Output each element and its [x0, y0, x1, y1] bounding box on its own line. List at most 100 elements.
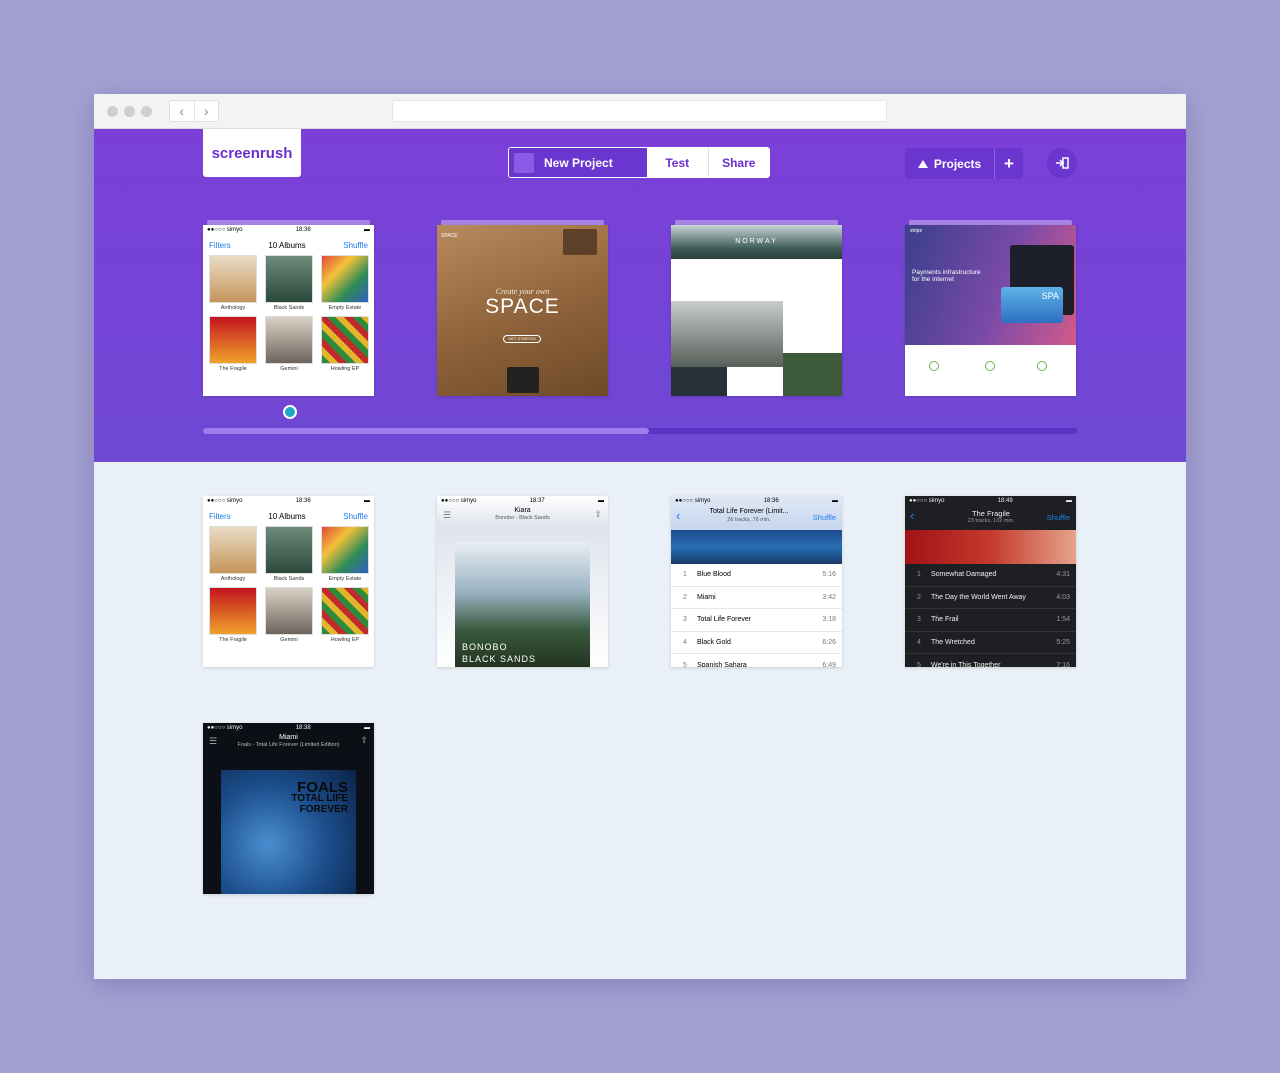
window-zoom-dot[interactable]	[141, 106, 152, 117]
track-number: 5	[917, 661, 921, 667]
projects-menu: Projects +	[905, 148, 1023, 179]
playlist-icon: ☰	[443, 510, 452, 520]
track-row[interactable]: 4 The Wretched 5:25	[905, 632, 1076, 655]
track-row[interactable]: 3 Total Life Forever 3:18	[671, 609, 842, 632]
album-cover	[321, 587, 369, 635]
track-row[interactable]: 2 The Day the World Went Away 4:03	[905, 587, 1076, 610]
plant-photo	[783, 353, 842, 396]
screen-tile-fragile[interactable]: ●●○○○ simyo 18:49 ▬ ‹ The Fragile 23 track…	[905, 496, 1076, 667]
album-cover	[265, 587, 313, 635]
track-row[interactable]: 3 The Frail 1:54	[905, 609, 1076, 632]
status-time: 18:37	[529, 498, 545, 504]
stripe-hero: stripe Payments infrastructure for the i…	[905, 225, 1076, 345]
track-row[interactable]: 4 Black Gold 6:26	[671, 632, 842, 655]
status-carrier: ●●○○○ simyo	[207, 725, 243, 731]
space-cta-button: GET STARTED	[503, 335, 541, 343]
forward-arrow-icon[interactable]: ›	[195, 101, 219, 121]
share-button[interactable]: Share	[707, 148, 769, 177]
battery-icon: ▬	[831, 498, 838, 504]
screen-tile-albums[interactable]: ●●○○○ simyo 18:36 ▬ Filters 10 Albums Shuffl…	[203, 496, 374, 667]
track-row[interactable]: 1 Somewhat Damaged 4:31	[905, 564, 1076, 587]
status-carrier: ●●○○○ simyo	[441, 498, 477, 504]
cover-line-2: TOTAL LIFE	[291, 793, 348, 804]
current-screen-marker[interactable]	[283, 405, 297, 419]
project-header: screenrush New Project Test Share Projec…	[94, 129, 1186, 462]
window-close-dot[interactable]	[107, 106, 118, 117]
window-minimize-dot[interactable]	[124, 106, 135, 117]
track-number: 4	[683, 639, 687, 647]
logout-button[interactable]	[1047, 148, 1077, 178]
now-playing-subtitle: Bonobo - Black Sands	[495, 515, 550, 521]
carousel-card-norway[interactable]: NORWAY	[671, 225, 842, 396]
address-bar[interactable]	[392, 100, 887, 122]
projects-button[interactable]: Projects	[905, 148, 995, 179]
app-logo[interactable]: screenrush	[203, 129, 301, 177]
track-duration: 3:18	[822, 616, 836, 624]
track-duration: 4:31	[1056, 571, 1070, 579]
track-row[interactable]: 2 Miami 3:42	[671, 587, 842, 610]
track-duration: 7:16	[1056, 661, 1070, 667]
stripe-headline: Payments infrastructure for the internet	[912, 269, 981, 283]
back-chevron-icon: ‹	[676, 508, 681, 523]
feature-icon	[985, 361, 995, 371]
screen-tile-miami[interactable]: ●●○○○ simyo 18:38 ▬ Miami Foals - Total Li…	[203, 723, 374, 894]
track-name: Total Life Forever	[697, 616, 752, 624]
triangle-up-icon	[917, 159, 928, 168]
test-button[interactable]: Test	[647, 148, 708, 177]
album-label: Gemini	[280, 637, 298, 643]
new-project-button[interactable]: New Project	[509, 148, 647, 177]
album-label: Empty Estate	[328, 305, 362, 311]
status-carrier: ●●○○○ simyo	[675, 498, 711, 504]
back-chevron-icon: ‹	[910, 508, 915, 523]
status-time: 18:38	[295, 725, 311, 731]
album-subtitle: 23 tracks, 102 min.	[967, 518, 1015, 524]
track-name: The Day the World Went Away	[931, 593, 1026, 601]
carousel-card-albums[interactable]: ●●○○○ simyo 18:36 ▬ Filters 10 Albums Shuffl…	[203, 225, 374, 396]
track-name: Spanish Sahara	[697, 661, 747, 667]
track-duration: 6:26	[822, 639, 836, 647]
stripe-brand: stripe	[910, 228, 923, 234]
share-icon: ⇪	[360, 735, 368, 745]
mountain-photo	[671, 301, 783, 367]
album-cover	[209, 255, 257, 303]
back-arrow-icon[interactable]: ‹	[170, 101, 195, 121]
album-banner	[905, 530, 1076, 564]
album-label: Black Sands	[273, 576, 305, 582]
track-row[interactable]: 1 Blue Blood 5:16	[671, 564, 842, 587]
track-row[interactable]: 5 We're in This Together 7:16	[905, 654, 1076, 667]
carousel-progress-bar[interactable]	[203, 428, 1077, 434]
track-number: 1	[917, 571, 921, 579]
battery-icon: ▬	[363, 227, 370, 233]
status-time: 18:36	[295, 498, 311, 504]
browser-window: ‹ › screenrush New Project Test Share Pr…	[94, 94, 1186, 979]
status-carrier: ●●○○○ simyo	[909, 498, 945, 504]
carousel-card-stripe[interactable]: stripe Payments infrastructure for the i…	[905, 225, 1076, 396]
album-banner	[671, 530, 842, 564]
albums-title: 10 Albums	[268, 511, 306, 521]
album-cover	[209, 587, 257, 635]
track-number: 3	[683, 616, 687, 624]
screen-tile-foals-list[interactable]: ●●○○○ simyo 18:36 ▬ ‹ Total Life Forever (…	[671, 496, 842, 667]
album-cover	[321, 526, 369, 574]
status-time: 18:49	[997, 498, 1013, 504]
track-name: Miami	[697, 593, 716, 601]
screen-tile-kiara[interactable]: ●●○○○ simyo 18:37 ▬ Kiara Bonobo - Black S…	[437, 496, 608, 667]
track-name: Blue Blood	[697, 571, 731, 579]
history-nav: ‹ ›	[169, 100, 219, 122]
carousel-card-space[interactable]: SPACE Create your own SPACE GET STARTED	[437, 225, 608, 396]
space-nav-brand: SPACE	[441, 233, 458, 239]
tablet-image	[507, 367, 539, 393]
credit-card-image: SPA	[1001, 287, 1063, 323]
album-art: FOALS TOTAL LIFE FOREVER	[221, 770, 356, 894]
track-duration: 3:42	[822, 593, 836, 601]
track-number: 1	[683, 571, 687, 579]
cover-artist: BONOBO	[462, 642, 508, 652]
add-project-button[interactable]: +	[995, 148, 1023, 179]
track-row[interactable]: 5 Spanish Sahara 6:49	[671, 654, 842, 667]
track-number: 4	[917, 639, 921, 647]
cover-line-1: FOALS	[297, 779, 348, 796]
playlist-icon: ☰	[209, 736, 218, 746]
track-duration: 4:03	[1056, 593, 1070, 601]
browser-chrome: ‹ ›	[94, 94, 1186, 129]
filters-link: Filters	[209, 511, 231, 521]
